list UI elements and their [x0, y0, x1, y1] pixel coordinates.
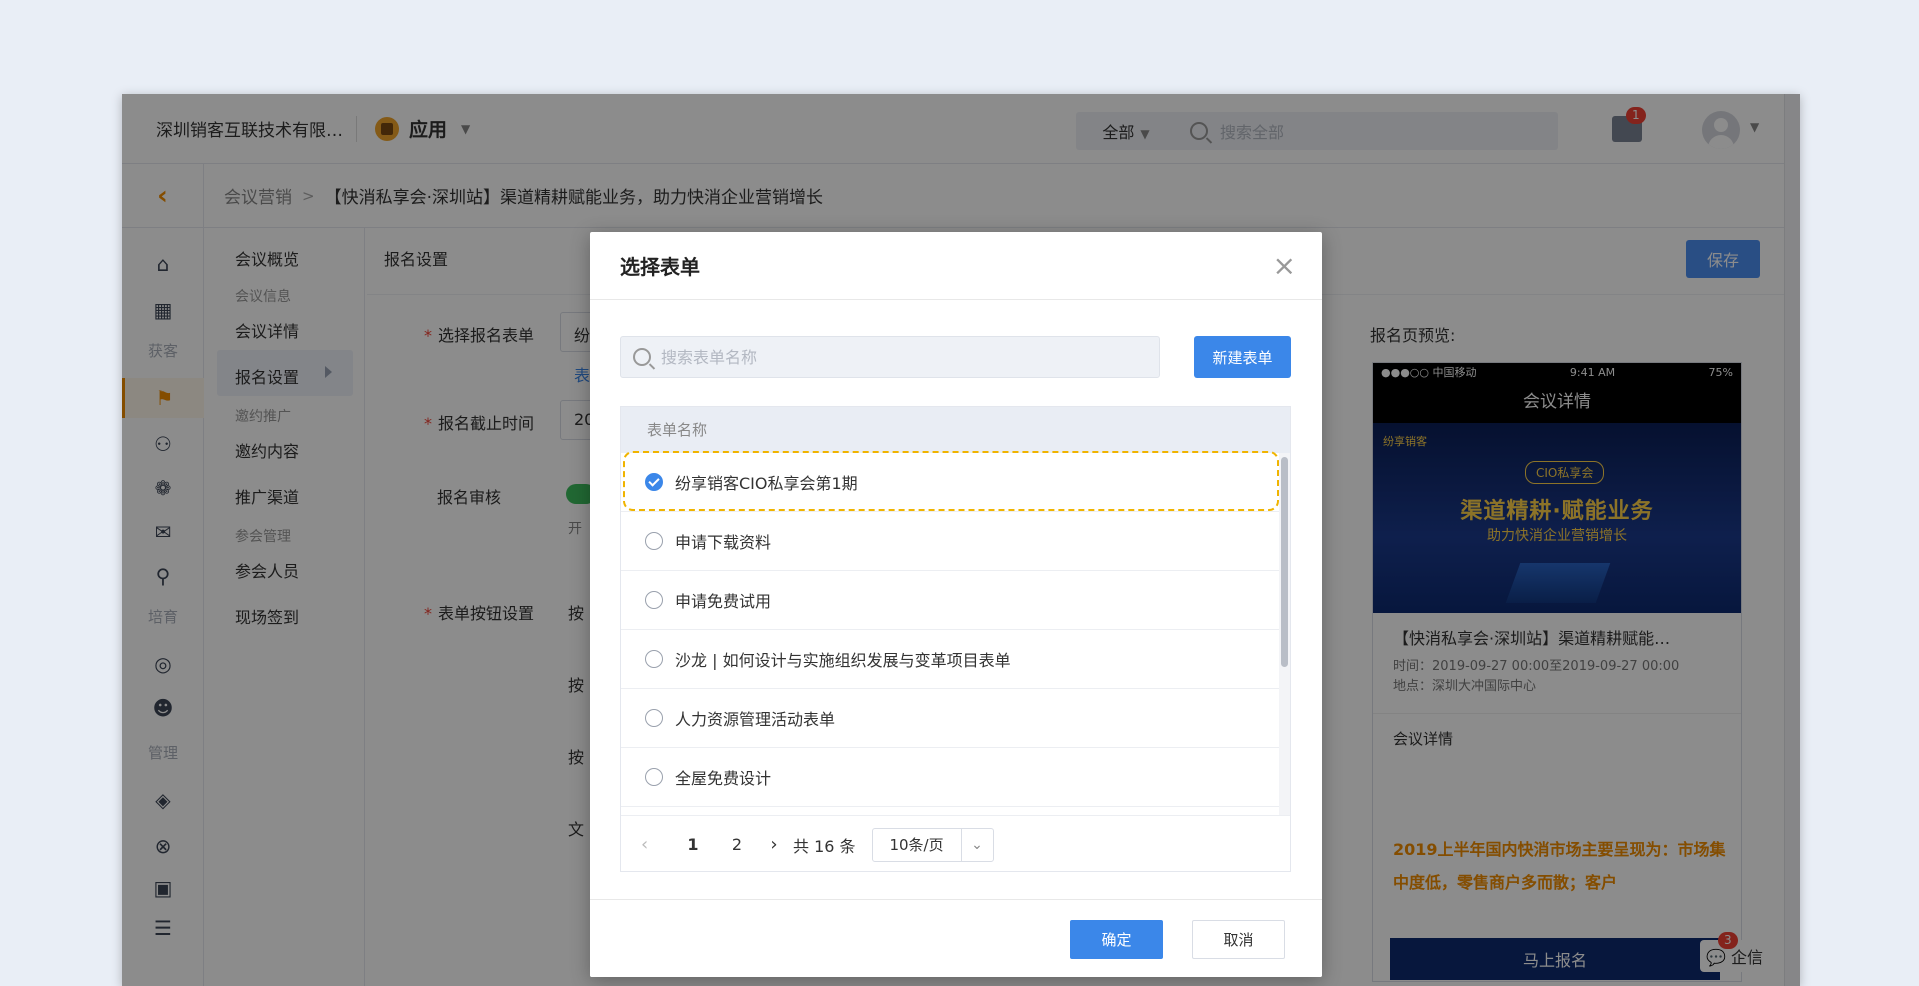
table-row[interactable]: 申请免费试用: [621, 571, 1281, 630]
prev-page-icon[interactable]: ‹: [641, 834, 671, 855]
radio-checked-icon[interactable]: [645, 473, 663, 491]
page-size-select[interactable]: 10条/页 ⌄: [871, 827, 994, 862]
page-2[interactable]: 2: [715, 835, 759, 854]
scrollbar-thumb[interactable]: [1281, 457, 1288, 667]
pagination: ‹ 1 2 › 共 16 条 10条/页 ⌄: [621, 815, 1290, 871]
dialog-title: 选择表单: [620, 255, 700, 279]
table-row[interactable]: 申请下载资料: [621, 512, 1281, 571]
table-row[interactable]: 人力资源管理活动表单: [621, 689, 1281, 748]
form-table: 表单名称 纷享销客CIO私享会第1期 申请下载资料 申请免费试用 沙龙 | 如何…: [620, 406, 1291, 872]
form-name: 申请免费试用: [675, 592, 772, 611]
table-scrollbar[interactable]: [1279, 453, 1290, 829]
radio-icon[interactable]: [645, 709, 663, 727]
confirm-button[interactable]: 确定: [1070, 920, 1163, 959]
radio-icon[interactable]: [645, 768, 663, 786]
total-count: 共 16 条: [793, 836, 856, 856]
form-name: 纷享销客CIO私享会第1期: [675, 474, 858, 493]
page-size-value: 10条/页: [889, 836, 944, 854]
form-name: 全屋免费设计: [675, 769, 772, 788]
next-page-icon[interactable]: ›: [759, 834, 789, 855]
form-name: 沙龙 | 如何设计与实施组织发展与变革项目表单: [675, 651, 1011, 670]
search-icon: [633, 348, 651, 366]
column-header-form-name: 表单名称: [621, 407, 1290, 453]
table-row[interactable]: 沙龙 | 如何设计与实施组织发展与变革项目表单: [621, 630, 1281, 689]
radio-icon[interactable]: [645, 532, 663, 550]
dialog-header: 选择表单: [590, 232, 1322, 300]
form-search-input[interactable]: [661, 347, 1141, 367]
select-form-dialog: 选择表单 × 新建表单 表单名称 纷享销客CIO私享会第1期 申请下载资料 申请…: [590, 232, 1322, 977]
page-1[interactable]: 1: [671, 835, 715, 854]
form-name: 人力资源管理活动表单: [675, 710, 836, 729]
radio-icon[interactable]: [645, 591, 663, 609]
table-row[interactable]: 全屋免费设计: [621, 748, 1281, 807]
table-row[interactable]: 纷享销客CIO私享会第1期: [621, 453, 1281, 512]
form-search[interactable]: [620, 336, 1160, 378]
new-form-button[interactable]: 新建表单: [1194, 336, 1291, 378]
chevron-down-icon: ⌄: [960, 828, 993, 861]
close-icon[interactable]: ×: [1273, 252, 1296, 280]
radio-icon[interactable]: [645, 650, 663, 668]
dialog-footer: 确定 取消: [590, 899, 1322, 977]
cancel-button[interactable]: 取消: [1192, 920, 1285, 959]
form-name: 申请下载资料: [675, 533, 772, 552]
